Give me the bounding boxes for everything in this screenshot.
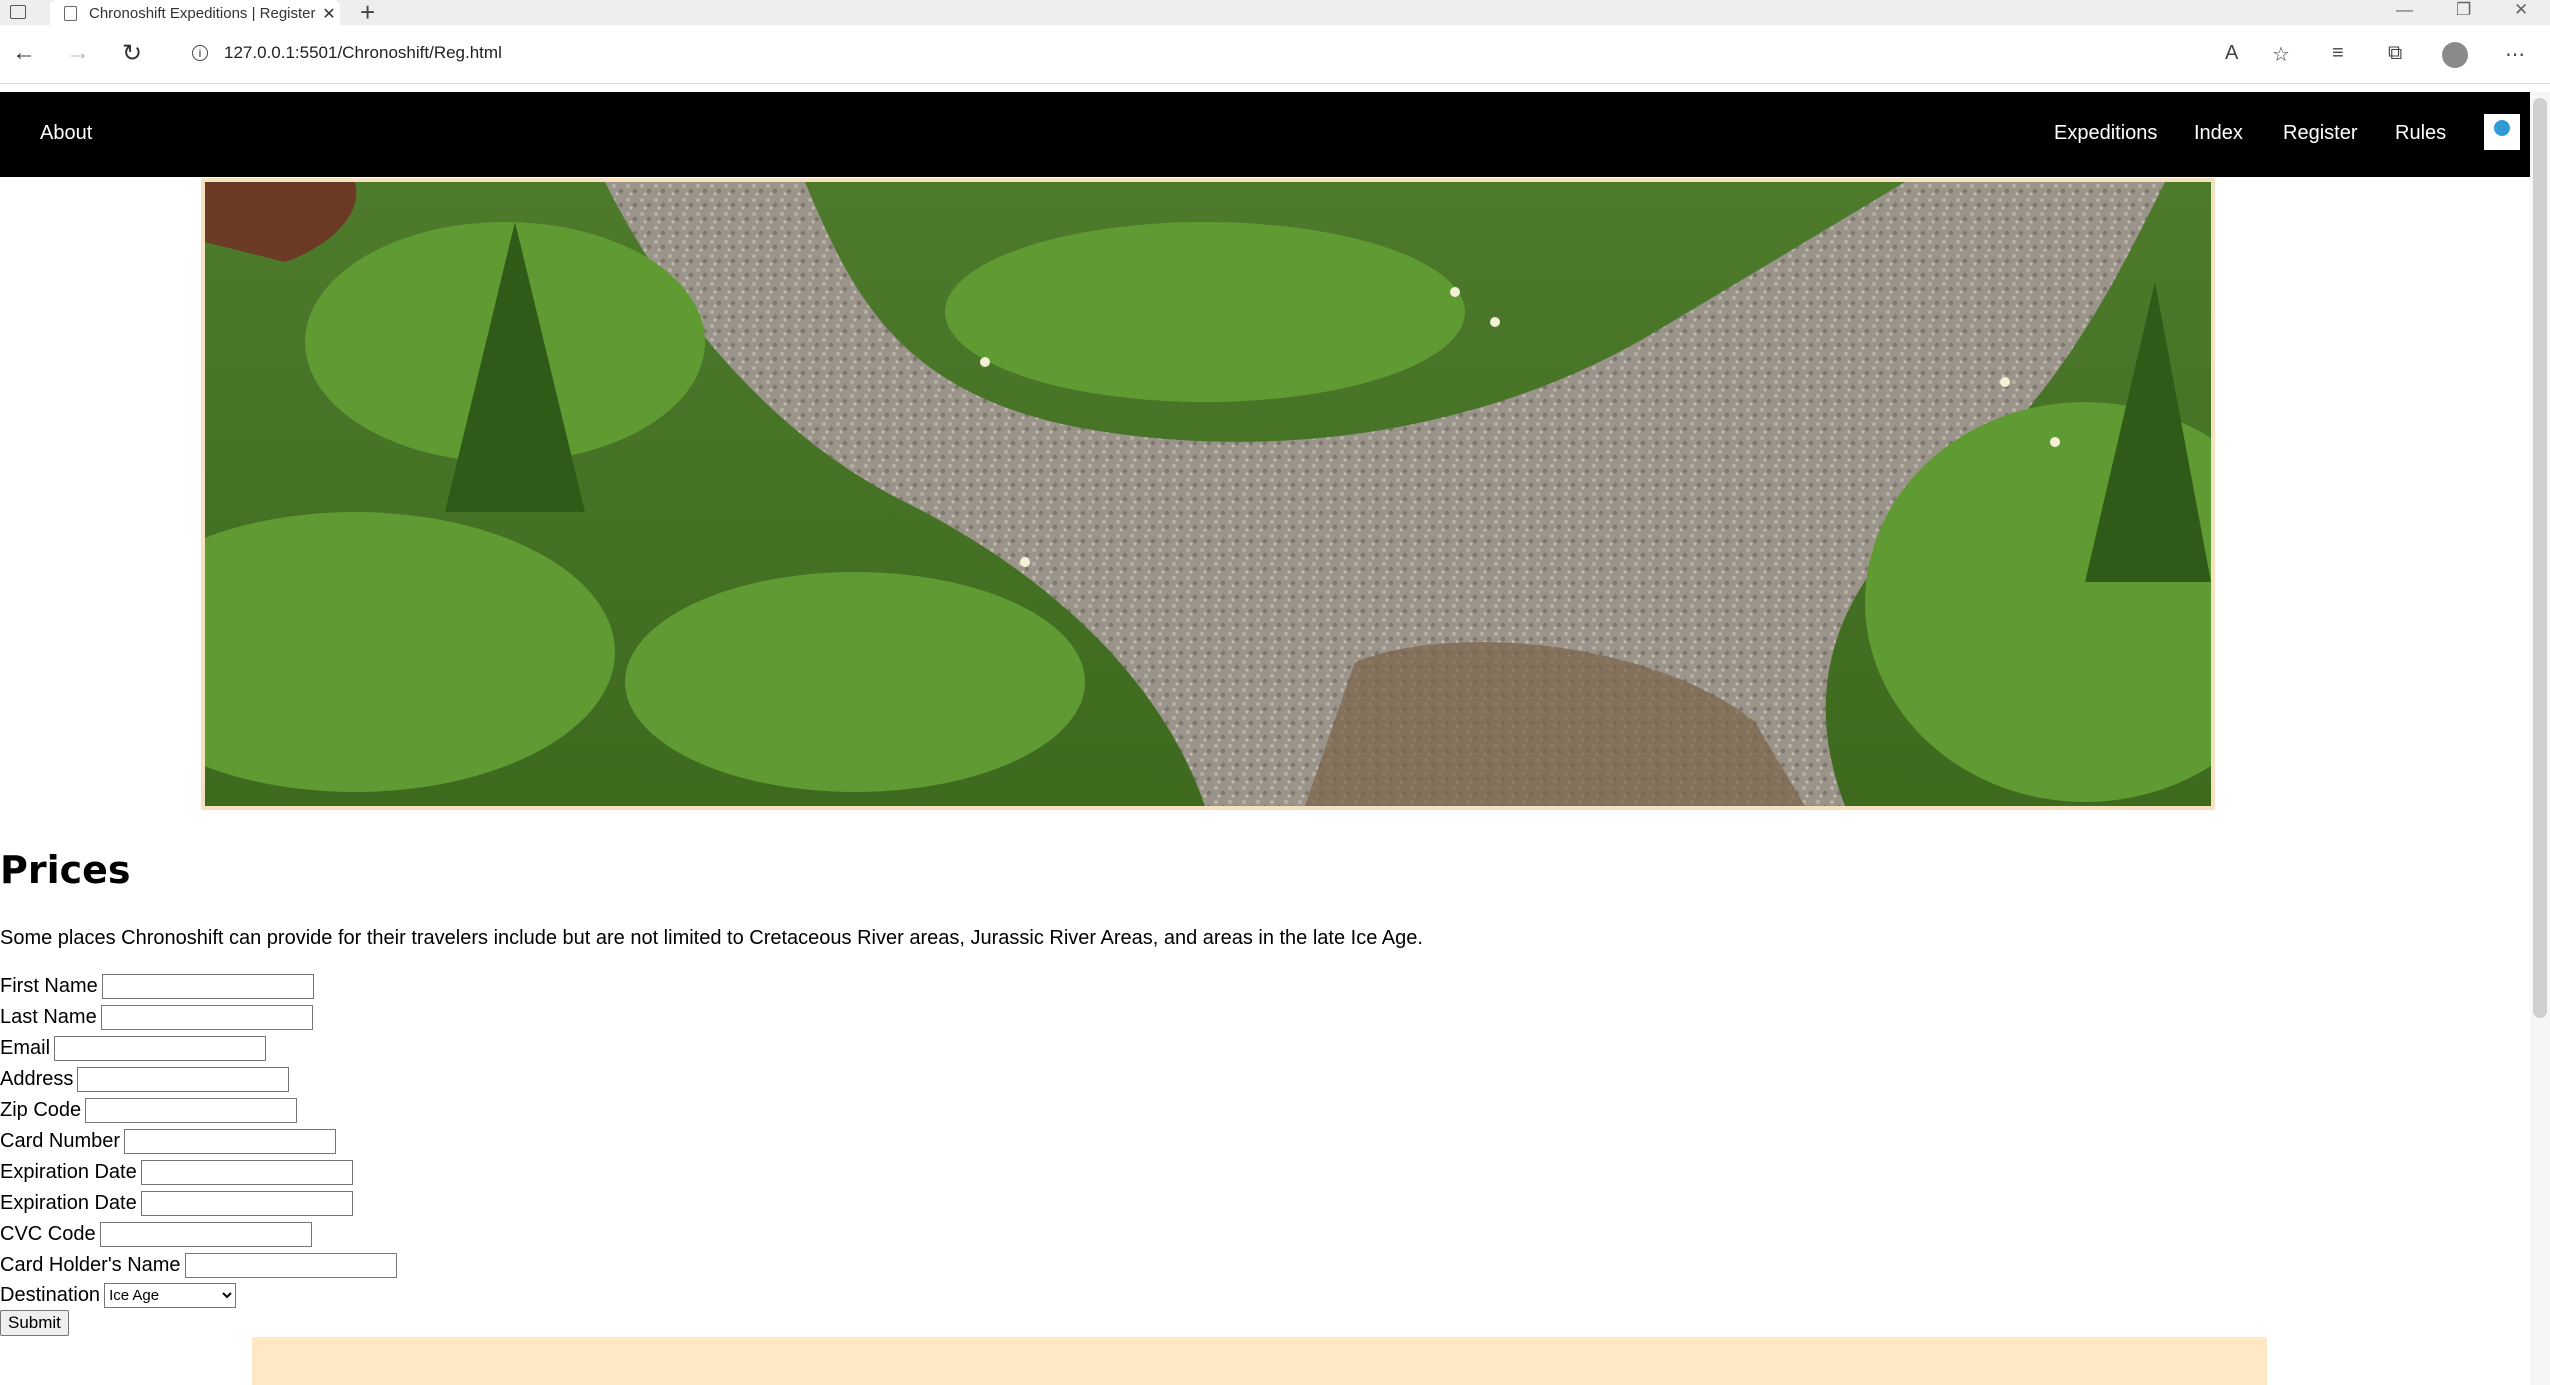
address-input[interactable] xyxy=(77,1066,290,1092)
read-aloud-icon[interactable]: A xyxy=(2225,42,2238,65)
row-card-number: Card Number xyxy=(0,1126,337,1156)
row-last-name: Last Name xyxy=(0,1002,313,1032)
browser-tab[interactable]: Chronoshift Expeditions | Register ✕ xyxy=(50,0,340,27)
cvc-code-label: CVC Code xyxy=(0,1222,96,1245)
row-expiration-2: Expiration Date xyxy=(0,1188,353,1218)
site-navbar: About Expeditions Index Register Rules xyxy=(0,92,2530,177)
cvc-code-input[interactable] xyxy=(99,1221,312,1247)
address-label: Address xyxy=(0,1067,74,1090)
page-icon xyxy=(64,6,77,21)
nav-index[interactable]: Index xyxy=(2194,122,2243,145)
expiration-date-label: Expiration Date xyxy=(0,1160,137,1183)
window-close-icon[interactable]: ✕ xyxy=(2514,0,2528,20)
footer-strip xyxy=(252,1337,2267,1385)
row-destination: Destination Ice Age xyxy=(0,1280,237,1310)
destination-select[interactable]: Ice Age xyxy=(104,1282,237,1308)
site-logo[interactable] xyxy=(2484,114,2520,150)
restore-icon[interactable]: ❐ xyxy=(2456,0,2471,20)
url-text[interactable]: 127.0.0.1:5501/Chronoshift/Reg.html xyxy=(224,43,502,63)
tab-menu-icon[interactable] xyxy=(10,5,26,19)
reload-icon[interactable]: ↻ xyxy=(122,39,142,68)
email-label: Email xyxy=(0,1036,51,1059)
favorites-icon[interactable]: ≡ xyxy=(2332,42,2344,65)
minimize-icon[interactable]: — xyxy=(2396,0,2413,20)
profile-icon[interactable] xyxy=(2442,42,2468,68)
page-scrollbar[interactable] xyxy=(2530,92,2550,1385)
row-cvc: CVC Code xyxy=(0,1219,312,1249)
submit-button[interactable]: Submit xyxy=(0,1310,69,1336)
close-icon[interactable]: ✕ xyxy=(318,4,340,24)
add-favorite-icon[interactable]: ☆ xyxy=(2272,42,2290,67)
card-number-label: Card Number xyxy=(0,1129,121,1152)
expiration-date-input-2[interactable] xyxy=(140,1190,353,1216)
forward-icon[interactable]: → xyxy=(66,39,90,67)
row-expiration-1: Expiration Date xyxy=(0,1157,353,1187)
back-icon[interactable]: ← xyxy=(12,39,36,67)
card-number-input[interactable] xyxy=(124,1128,337,1154)
hero-image-frame xyxy=(201,178,2215,810)
row-address: Address xyxy=(0,1064,290,1094)
more-icon[interactable]: ⋯ xyxy=(2505,42,2525,67)
first-name-label: First Name xyxy=(0,974,98,997)
nav-about[interactable]: About xyxy=(40,122,92,145)
row-first-name: First Name xyxy=(0,971,314,1001)
card-holder-input[interactable] xyxy=(184,1252,397,1278)
hero-image-trail xyxy=(205,182,2211,806)
scrollbar-thumb[interactable] xyxy=(2533,98,2547,1018)
row-card-holder: Card Holder's Name xyxy=(0,1250,397,1280)
last-name-input[interactable] xyxy=(100,1004,313,1030)
collections-icon[interactable]: ⧉ xyxy=(2388,42,2402,65)
row-zip: Zip Code xyxy=(0,1095,298,1125)
browser-toolbar: ← → ↻ i 127.0.0.1:5501/Chronoshift/Reg.h… xyxy=(0,25,2550,84)
intro-paragraph: Some places Chronoshift can provide for … xyxy=(0,927,1423,949)
expiration-date-label-2: Expiration Date xyxy=(0,1191,137,1214)
nav-expeditions[interactable]: Expeditions xyxy=(2054,122,2157,145)
email-input[interactable] xyxy=(54,1035,267,1061)
page-heading: Prices xyxy=(0,848,131,892)
new-tab-icon[interactable]: + xyxy=(360,0,375,28)
tab-title: Chronoshift Expeditions | Register xyxy=(89,5,316,22)
info-icon[interactable]: i xyxy=(192,45,208,61)
nav-rules[interactable]: Rules xyxy=(2395,122,2446,145)
tab-strip: Chronoshift Expeditions | Register ✕ + —… xyxy=(0,0,2550,28)
first-name-input[interactable] xyxy=(101,973,314,999)
card-holder-label: Card Holder's Name xyxy=(0,1253,181,1276)
zip-code-label: Zip Code xyxy=(0,1098,82,1121)
zip-code-input[interactable] xyxy=(85,1097,298,1123)
row-email: Email xyxy=(0,1033,267,1063)
nav-register[interactable]: Register xyxy=(2283,122,2357,145)
destination-label: Destination xyxy=(0,1283,101,1306)
address-bar[interactable]: i 127.0.0.1:5501/Chronoshift/Reg.html xyxy=(178,36,2238,70)
last-name-label: Last Name xyxy=(0,1005,97,1028)
expiration-date-input[interactable] xyxy=(140,1159,353,1185)
